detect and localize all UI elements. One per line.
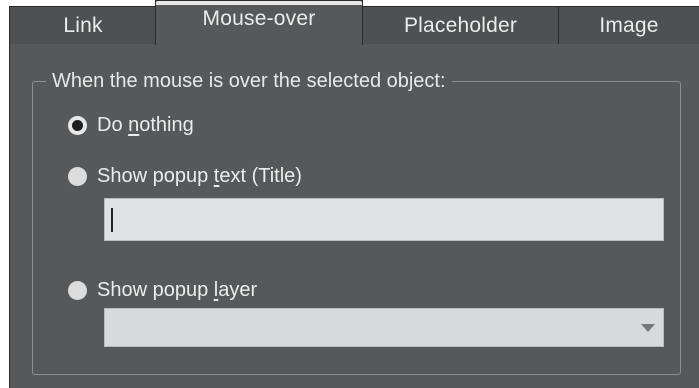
text-caret xyxy=(111,208,113,232)
tab-link[interactable]: Link xyxy=(9,6,157,44)
popup-layer-select[interactable] xyxy=(104,308,664,347)
popup-text-input[interactable] xyxy=(104,198,664,241)
radio-unchecked-icon xyxy=(68,281,87,300)
radio-show-popup-text-label: Show popup text (Title) xyxy=(97,165,302,187)
radio-do-nothing[interactable]: Do nothing xyxy=(68,114,194,137)
tab-panel-mouse-over: When the mouse is over the selected obje… xyxy=(9,44,699,388)
chevron-down-icon[interactable] xyxy=(641,324,655,332)
radio-show-popup-layer-label: Show popup layer xyxy=(97,279,258,301)
radio-show-popup-text[interactable]: Show popup text (Title) xyxy=(68,165,302,188)
group-legend: When the mouse is over the selected obje… xyxy=(46,69,452,93)
tab-mouse-over[interactable]: Mouse-over xyxy=(155,0,363,45)
tab-mouse-over-label: Mouse-over xyxy=(202,7,316,30)
dialog-root: Link Placeholder Image Mouse-over When t… xyxy=(0,0,699,388)
radio-unchecked-icon xyxy=(68,167,87,186)
radio-show-popup-layer[interactable]: Show popup layer xyxy=(68,279,257,302)
radio-checked-icon xyxy=(68,116,87,135)
tab-placeholder-label: Placeholder xyxy=(403,13,518,37)
tab-image[interactable]: Image xyxy=(558,6,699,44)
radio-do-nothing-label: Do nothing xyxy=(97,114,194,136)
tab-placeholder[interactable]: Placeholder xyxy=(362,6,559,44)
tab-link-label: Link xyxy=(63,13,103,37)
tab-image-label: Image xyxy=(599,13,659,37)
